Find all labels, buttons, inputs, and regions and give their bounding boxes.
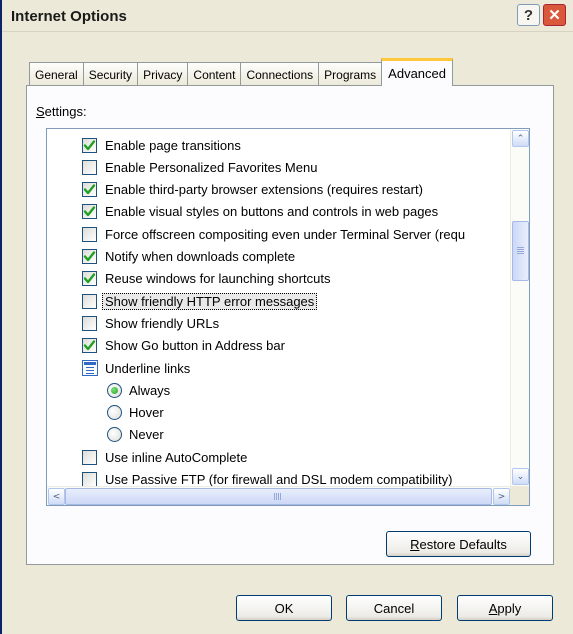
- checkmark-icon: [83, 339, 96, 352]
- setting-label: Use Passive FTP (for firewall and DSL mo…: [105, 472, 453, 486]
- checkbox[interactable]: [82, 182, 97, 198]
- restore-mnemonic: R: [410, 536, 420, 552]
- radio-option-row[interactable]: Always: [107, 379, 170, 401]
- scroll-up-icon[interactable]: ⌃: [512, 130, 529, 147]
- checkbox-row[interactable]: Use Passive FTP (for firewall and DSL mo…: [82, 469, 453, 486]
- settings-label-text: ettings:: [44, 104, 87, 119]
- scrollbar-corner: [510, 486, 529, 505]
- scroll-right-icon[interactable]: >: [493, 488, 510, 505]
- checkbox[interactable]: [82, 315, 97, 331]
- horizontal-scroll-thumb[interactable]: [65, 488, 492, 505]
- tab-general[interactable]: General: [29, 62, 84, 86]
- tab-privacy[interactable]: Privacy: [137, 62, 189, 86]
- checkbox-row[interactable]: Show Go button in Address bar: [82, 335, 285, 357]
- radio-button[interactable]: [107, 427, 122, 443]
- checkbox-row[interactable]: Show friendly HTTP error messages: [82, 290, 318, 312]
- setting-label: Show Go button in Address bar: [105, 338, 285, 354]
- scroll-left-icon[interactable]: <: [48, 488, 65, 505]
- setting-label: Force offscreen compositing even under T…: [105, 226, 466, 242]
- radio-button[interactable]: [107, 382, 122, 398]
- checkbox-row[interactable]: Force offscreen compositing even under T…: [82, 223, 465, 245]
- checkbox[interactable]: [82, 204, 97, 220]
- help-icon[interactable]: ?: [517, 4, 540, 26]
- checkbox-row[interactable]: Enable visual styles on buttons and cont…: [82, 201, 438, 223]
- ok-button[interactable]: OK: [236, 595, 332, 621]
- cancel-button[interactable]: Cancel: [346, 595, 442, 621]
- divider: [2, 566, 573, 567]
- checkbox-row[interactable]: Notify when downloads complete: [82, 246, 295, 268]
- checkbox[interactable]: [82, 226, 97, 242]
- radio-option-row[interactable]: Hover: [107, 402, 164, 424]
- tab-security[interactable]: Security: [82, 62, 139, 86]
- radio-dot-icon: [111, 386, 118, 394]
- settings-label-mnemonic: S: [36, 104, 45, 119]
- setting-label: Enable Personalized Favorites Menu: [105, 159, 318, 175]
- setting-label: Notify when downloads complete: [105, 249, 296, 264]
- checkbox-row[interactable]: Show friendly URLs: [82, 312, 219, 334]
- checkbox-row[interactable]: Enable third-party browser extensions (r…: [82, 179, 423, 201]
- settings-group-icon: [82, 360, 98, 376]
- checkbox[interactable]: [82, 449, 97, 465]
- setting-label: Enable visual styles on buttons and cont…: [105, 204, 439, 220]
- radio-button[interactable]: [107, 405, 122, 421]
- tab-advanced[interactable]: Advanced: [381, 58, 453, 86]
- setting-label: Underline links: [105, 360, 191, 376]
- radio-option-row[interactable]: Never: [107, 424, 164, 446]
- window-title: Internet Options: [11, 8, 127, 25]
- checkmark-icon: [83, 183, 96, 196]
- checkbox[interactable]: [82, 472, 97, 486]
- tab-programs[interactable]: Programs: [318, 62, 383, 86]
- tab-content[interactable]: Content: [187, 62, 242, 86]
- checkbox[interactable]: [82, 338, 97, 354]
- checkbox-row[interactable]: Reuse windows for launching shortcuts: [82, 268, 330, 290]
- setting-label: Use inline AutoComplete: [105, 449, 248, 465]
- checkbox[interactable]: [82, 159, 97, 175]
- title-bar[interactable]: Internet Options ? ✕: [2, 0, 573, 32]
- checkbox-row[interactable]: Enable Personalized Favorites Menu: [82, 156, 317, 178]
- checkbox[interactable]: [82, 137, 97, 153]
- checkmark-icon: [83, 272, 96, 285]
- vertical-scroll-thumb[interactable]: [512, 221, 529, 281]
- setting-label: Show friendly HTTP error messages: [102, 292, 318, 310]
- internet-options-dialog: Internet Options ? ✕ General Security Pr…: [0, 0, 573, 634]
- settings-list[interactable]: Enable page transitions Enable Personaliz…: [46, 128, 530, 506]
- checkmark-icon: [83, 139, 96, 152]
- setting-label: Enable page transitions: [105, 137, 241, 153]
- setting-label: Hover: [129, 405, 164, 421]
- checkmark-icon: [83, 250, 96, 263]
- setting-label: Never: [129, 427, 164, 443]
- checkmark-icon: [83, 205, 96, 218]
- settings-group-row: Underline links: [82, 357, 190, 379]
- setting-label: Show friendly URLs: [105, 315, 220, 331]
- checkbox[interactable]: [82, 271, 97, 287]
- settings-label: Settings:: [36, 104, 87, 119]
- restore-label: estore Defaults: [419, 536, 507, 552]
- tab-strip: General Security Privacy Content Connect…: [29, 58, 453, 86]
- close-icon[interactable]: ✕: [543, 4, 566, 26]
- setting-label: Enable third-party browser extensions (r…: [105, 182, 423, 198]
- checkbox[interactable]: [82, 293, 97, 309]
- checkbox[interactable]: [82, 249, 97, 264]
- vertical-scrollbar[interactable]: ⌃ ⌄: [510, 129, 529, 486]
- settings-list-items: Enable page transitions Enable Personaliz…: [47, 129, 511, 486]
- setting-label: Always: [129, 382, 171, 398]
- apply-mnemonic: A: [488, 600, 498, 616]
- checkbox-row[interactable]: Use inline AutoComplete: [82, 446, 247, 468]
- restore-defaults-button[interactable]: Restore Defaults: [386, 531, 531, 557]
- apply-label: pply: [497, 600, 522, 616]
- setting-label: Reuse windows for launching shortcuts: [105, 271, 331, 287]
- checkbox-row[interactable]: Enable page transitions: [82, 134, 241, 156]
- tab-connections[interactable]: Connections: [240, 62, 320, 86]
- apply-button[interactable]: Apply: [457, 595, 553, 621]
- horizontal-scrollbar[interactable]: < >: [47, 486, 511, 505]
- scroll-down-icon[interactable]: ⌄: [512, 468, 529, 485]
